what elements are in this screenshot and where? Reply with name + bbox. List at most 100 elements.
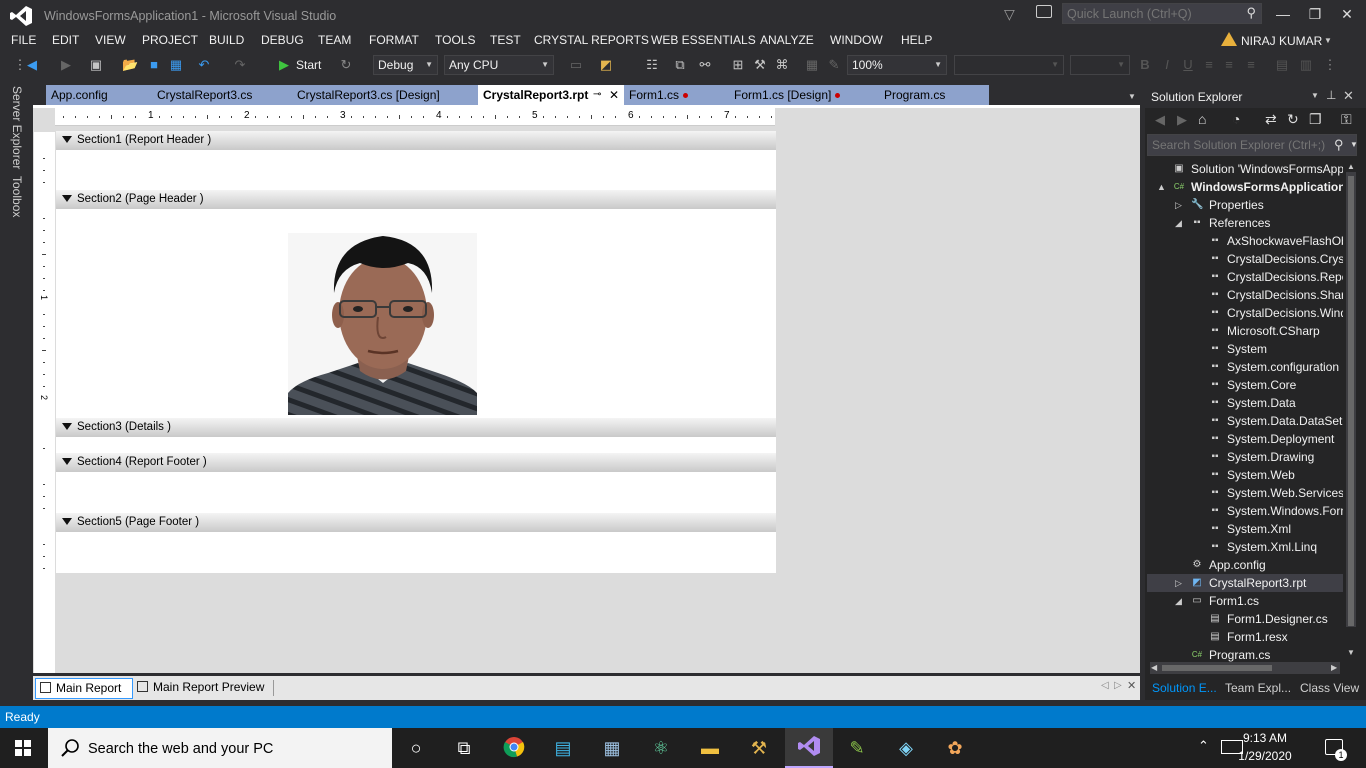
tree-item[interactable]: ◢ ▪▪ References xyxy=(1147,214,1343,232)
attach-icon[interactable]: ▭ xyxy=(568,57,584,73)
task-view-icon[interactable]: ⧉ xyxy=(452,736,476,760)
underline-icon[interactable]: U xyxy=(1180,57,1196,73)
pin-panel-icon[interactable]: ⊥ xyxy=(1326,88,1336,102)
server-explorer-tab[interactable]: Server Explorer xyxy=(8,86,24,169)
properties-icon[interactable]: ⚿ xyxy=(1341,111,1352,128)
menu-project[interactable]: PROJECT xyxy=(142,33,198,47)
tree-item[interactable]: ◢ ▭ Form1.cs xyxy=(1147,592,1343,610)
font-size-combo[interactable]: ▼ xyxy=(1070,55,1130,75)
close-view-icon[interactable]: ✕ xyxy=(1127,679,1136,692)
tree-item[interactable]: ▣ Solution 'WindowsFormsApplication1' (1 … xyxy=(1147,160,1343,178)
collapse-section-icon[interactable] xyxy=(62,518,72,526)
expander-icon[interactable]: ▷ xyxy=(1175,196,1182,214)
section-header-page-footer[interactable]: Section5 (Page Footer ) xyxy=(56,513,776,532)
scrollbar-thumb[interactable] xyxy=(1348,176,1354,626)
scroll-right-icon[interactable]: ▷ xyxy=(1114,680,1122,691)
scroll-right-icon[interactable]: ▶ xyxy=(1331,663,1337,672)
tab-crystalreport3-cs-design[interactable]: CrystalReport3.cs [Design] xyxy=(292,85,478,105)
clock-time[interactable]: 9:13 AM xyxy=(1230,731,1300,745)
notification-filter-icon[interactable]: ▽ xyxy=(1004,6,1015,23)
menu-analyze[interactable]: ANALYZE xyxy=(760,33,814,47)
menu-tools[interactable]: TOOLS xyxy=(435,33,475,47)
tree-item[interactable]: ▪▪ System.Core xyxy=(1147,376,1343,394)
insert-field-icon[interactable]: ☷ xyxy=(644,57,660,73)
sync-icon[interactable]: ⇄ xyxy=(1265,111,1277,128)
tree-item[interactable]: ▪▪ CrystalDecisions.ReportSource xyxy=(1147,268,1343,286)
tree-item[interactable]: ⚙ App.config xyxy=(1147,556,1343,574)
format-icon[interactable]: ⌘ xyxy=(774,57,790,73)
save-all-icon[interactable]: ▦ xyxy=(168,57,184,73)
tab-main-report-preview[interactable]: Main Report Preview xyxy=(133,678,273,699)
back-icon[interactable]: ◀ xyxy=(1155,112,1165,128)
borders-icon[interactable]: ▤ xyxy=(1274,57,1290,73)
section-header-report-footer[interactable]: Section4 (Report Footer ) xyxy=(56,453,776,472)
tree-item[interactable]: ▪▪ System.Web.Services xyxy=(1147,484,1343,502)
section-header-page-header[interactable]: Section2 (Page Header ) xyxy=(56,190,776,209)
menu-window[interactable]: WINDOW xyxy=(830,33,883,47)
tree-item[interactable]: ▪▪ System.Windows.Forms xyxy=(1147,502,1343,520)
tree-item[interactable]: ▪▪ CrystalDecisions.Shared xyxy=(1147,286,1343,304)
tree-item[interactable]: ▪▪ System.Drawing xyxy=(1147,448,1343,466)
tree-item[interactable]: ▪▪ CrystalDecisions.Windows.Forms xyxy=(1147,304,1343,322)
tree-item[interactable]: ▪▪ System.Xml xyxy=(1147,520,1343,538)
navigate-back-icon[interactable]: ◀ xyxy=(24,57,40,73)
tab-class-view[interactable]: Class View xyxy=(1300,681,1359,699)
navigate-forward-icon[interactable]: ▶ xyxy=(58,57,74,73)
maximize-button[interactable]: ❐ xyxy=(1300,4,1330,24)
align-center-icon[interactable]: ≡ xyxy=(1221,57,1237,73)
atom-icon[interactable]: ⚛ xyxy=(649,736,673,760)
expander-icon[interactable]: ◢ xyxy=(1175,214,1182,232)
tab-app-config[interactable]: App.config xyxy=(46,85,152,105)
menu-file[interactable]: FILE xyxy=(11,33,36,47)
menu-format[interactable]: FORMAT xyxy=(369,33,419,47)
tab-main-report[interactable]: Main Report xyxy=(35,678,133,699)
undo-icon[interactable]: ↶ xyxy=(196,57,212,73)
tree-item[interactable]: ▤ Form1.resx xyxy=(1147,628,1343,646)
tab-team-explorer[interactable]: Team Expl... xyxy=(1225,681,1291,699)
menu-web-essentials[interactable]: WEB ESSENTIALS xyxy=(651,33,756,47)
pin-icon[interactable]: ⊸ xyxy=(593,85,601,105)
panel-options-icon[interactable]: ▼ xyxy=(1311,91,1319,100)
tree-item[interactable]: ▪▪ System.Deployment xyxy=(1147,430,1343,448)
collapse-section-icon[interactable] xyxy=(62,423,72,431)
expander-icon[interactable]: ▷ xyxy=(1175,574,1182,592)
menu-view[interactable]: VIEW xyxy=(95,33,126,47)
tree-item[interactable]: ▪▪ System.configuration xyxy=(1147,358,1343,376)
align-left-icon[interactable]: ≡ xyxy=(1201,57,1217,73)
solution-search-input[interactable] xyxy=(1148,135,1328,155)
crystal-toolbar-icon[interactable]: ◩ xyxy=(598,57,614,73)
minimize-button[interactable]: — xyxy=(1268,4,1298,24)
section-body-report-header[interactable] xyxy=(56,150,776,190)
tree-item[interactable]: ▪▪ System.Data.DataSetExtensions xyxy=(1147,412,1343,430)
menu-debug[interactable]: DEBUG xyxy=(261,33,304,47)
configuration-combo[interactable]: Debug ▼ xyxy=(373,55,438,75)
menu-crystal-reports[interactable]: CRYSTAL REPORTS xyxy=(534,33,649,47)
store-icon[interactable]: ◈ xyxy=(894,736,918,760)
scroll-down-icon[interactable]: ▼ xyxy=(1347,648,1355,657)
menu-help[interactable]: HELP xyxy=(901,33,932,47)
forward-icon[interactable]: ▶ xyxy=(1177,112,1187,128)
menu-edit[interactable]: EDIT xyxy=(52,33,79,47)
tab-crystalreport3-cs[interactable]: CrystalReport3.cs xyxy=(152,85,292,105)
section-body-details[interactable] xyxy=(56,437,776,453)
report-picture-object[interactable] xyxy=(288,233,477,415)
scroll-left-icon[interactable]: ◁ xyxy=(1101,680,1109,691)
expander-icon[interactable]: ◢ xyxy=(1175,592,1182,610)
notepad-icon[interactable]: ✎ xyxy=(845,736,869,760)
vertical-scrollbar[interactable] xyxy=(1346,172,1356,627)
scroll-up-icon[interactable]: ▲ xyxy=(1347,162,1355,171)
disabled-tool-icon[interactable]: ✎ xyxy=(826,57,842,73)
collapse-section-icon[interactable] xyxy=(62,136,72,144)
font-name-combo[interactable]: ▼ xyxy=(954,55,1064,75)
feedback-icon[interactable] xyxy=(1036,5,1052,18)
tree-item[interactable]: ▪▪ CrystalDecisions.CrystalReports.Engine xyxy=(1147,250,1343,268)
tools-icon[interactable]: ⚒ xyxy=(747,736,771,760)
bold-icon[interactable]: B xyxy=(1137,57,1153,73)
refresh-icon[interactable]: ↻ xyxy=(338,57,354,73)
shading-icon[interactable]: ▥ xyxy=(1298,57,1314,73)
toolbox-tab[interactable]: Toolbox xyxy=(8,176,24,217)
tree-item[interactable]: ▪▪ Microsoft.CSharp xyxy=(1147,322,1343,340)
collapse-section-icon[interactable] xyxy=(62,195,72,203)
tree-item[interactable]: ▪▪ System.Web xyxy=(1147,466,1343,484)
horizontal-scrollbar[interactable] xyxy=(1150,662,1340,674)
